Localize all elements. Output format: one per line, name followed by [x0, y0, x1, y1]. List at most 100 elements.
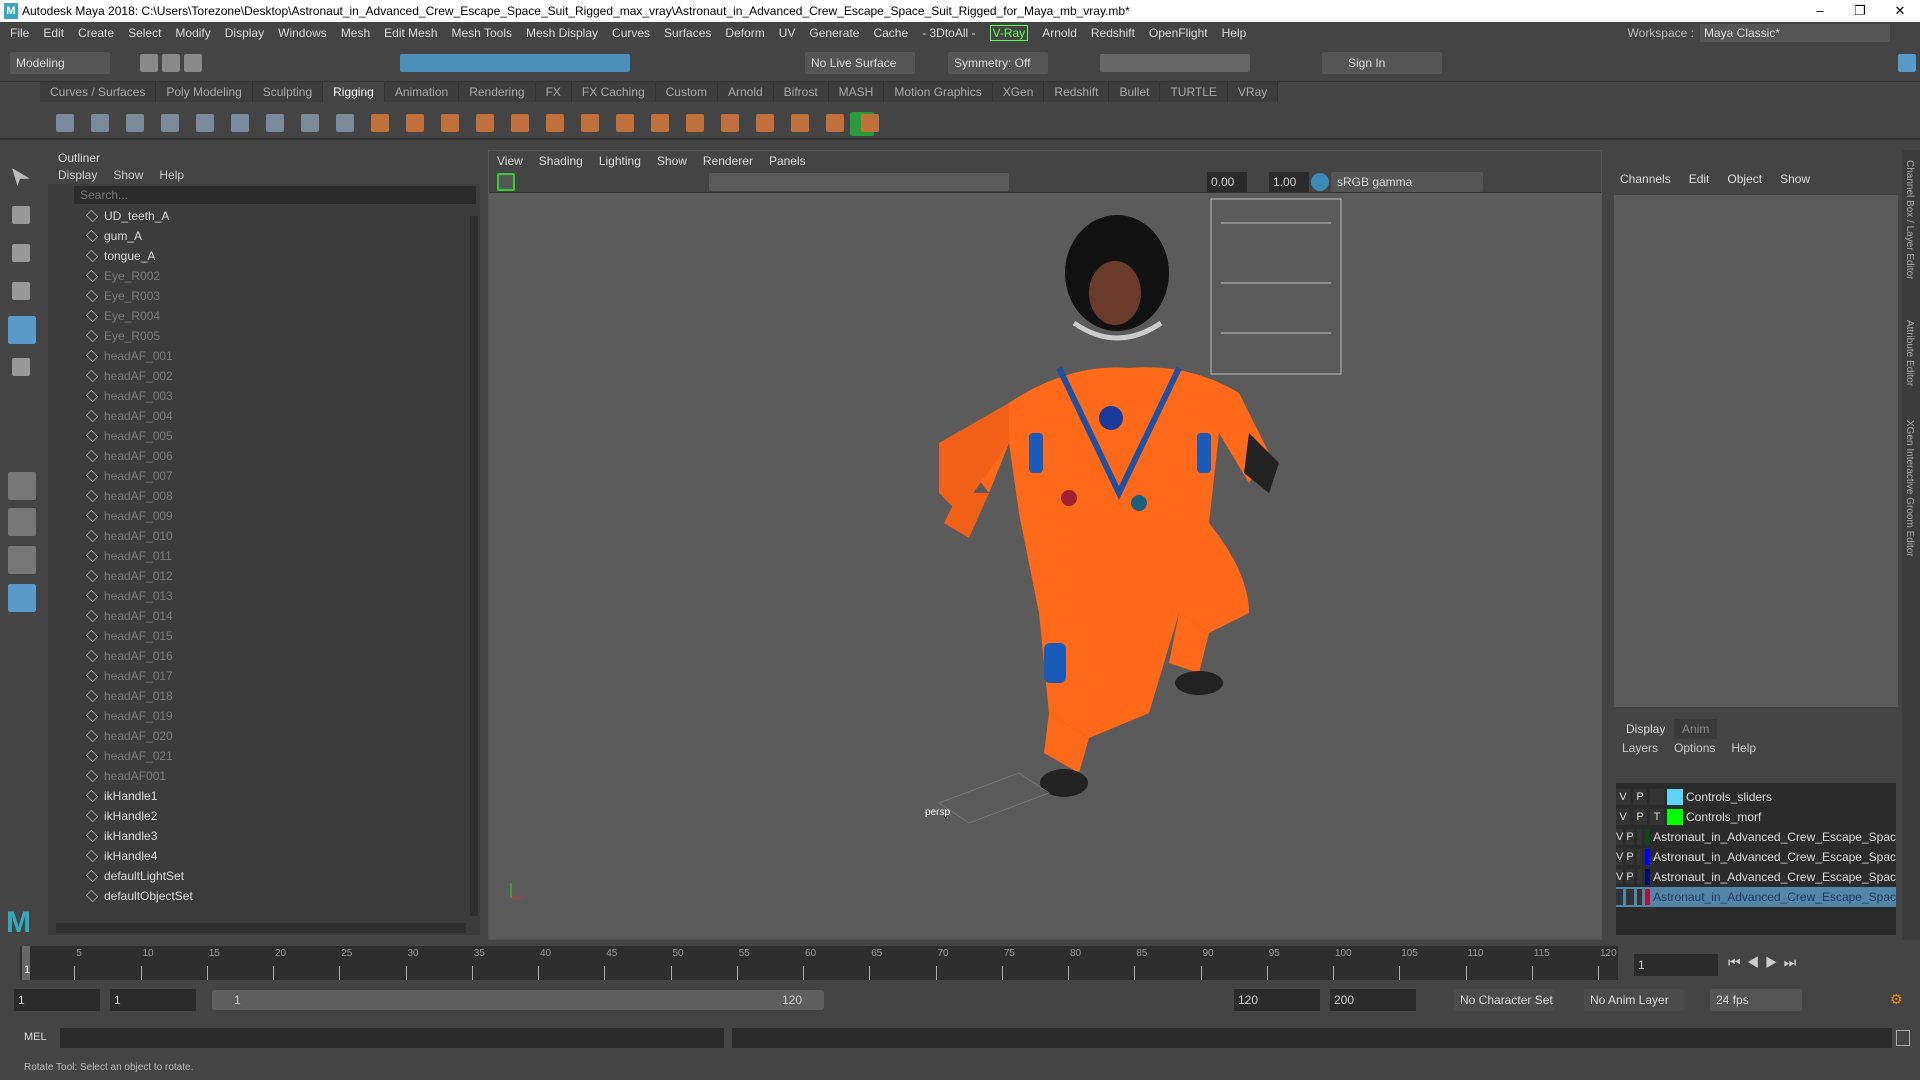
save-scene-icon[interactable] — [184, 54, 202, 72]
outliner-item[interactable]: defaultLightSet — [48, 866, 480, 886]
outliner-item[interactable]: headAF_017 — [48, 666, 480, 686]
outliner-item[interactable]: headAF_016 — [48, 646, 480, 666]
outliner-item[interactable]: headAF_019 — [48, 706, 480, 726]
layer-menu-help[interactable]: Help — [1731, 741, 1756, 755]
outliner-item[interactable]: Eye_R005 — [48, 326, 480, 346]
outliner-menu-help[interactable]: Help — [159, 166, 184, 184]
shelf-tab-custom[interactable]: Custom — [655, 82, 718, 102]
menu-uv[interactable]: UV — [779, 26, 796, 40]
shelf-tab-mash[interactable]: MASH — [828, 82, 885, 102]
playback-toggle[interactable]: P — [1626, 829, 1634, 845]
viewport-menu-lighting[interactable]: Lighting — [599, 151, 641, 171]
shelf-tool-icon[interactable] — [791, 114, 809, 132]
outliner-item[interactable]: headAF_012 — [48, 566, 480, 586]
outliner-search-input[interactable]: Search... — [74, 186, 476, 204]
shelf-tool-icon[interactable] — [476, 114, 494, 132]
menu-mesh-tools[interactable]: Mesh Tools — [452, 26, 512, 40]
menu-edit[interactable]: Edit — [43, 26, 64, 40]
menu-surfaces[interactable]: Surfaces — [664, 26, 711, 40]
outliner-item[interactable]: headAF_005 — [48, 426, 480, 446]
shelf-tool-icon[interactable] — [581, 114, 599, 132]
layer-color-swatch[interactable] — [1644, 829, 1651, 845]
menu-generate[interactable]: Generate — [809, 26, 859, 40]
shelf-tool-icon[interactable] — [511, 114, 529, 132]
channel-menu-edit[interactable]: Edit — [1689, 172, 1710, 186]
layer-menu-layers[interactable]: Layers — [1622, 741, 1658, 755]
outliner-item[interactable]: headAF_021 — [48, 746, 480, 766]
outliner-item[interactable]: headAF_013 — [48, 586, 480, 606]
gamma-field[interactable]: 1.00 — [1269, 172, 1309, 192]
playback-toggle[interactable]: P — [1633, 809, 1647, 825]
display-type-toggle[interactable] — [1636, 829, 1642, 845]
shelf-tool-icon[interactable] — [651, 114, 669, 132]
anim-prefs-icon[interactable]: ⚙ — [1890, 991, 1903, 1008]
visibility-toggle[interactable]: V — [1616, 869, 1624, 885]
outliner-item[interactable]: ikHandle4 — [48, 846, 480, 866]
shelf-tab-animation[interactable]: Animation — [384, 82, 460, 102]
viewport-tool-icons[interactable] — [709, 173, 1009, 191]
outliner-item[interactable]: headAF_011 — [48, 546, 480, 566]
maximize-button[interactable]: ❐ — [1840, 0, 1880, 22]
3d-scene-view[interactable]: persp — [489, 193, 1601, 939]
menu-help[interactable]: Help — [1222, 26, 1247, 40]
close-button[interactable]: ✕ — [1880, 0, 1920, 22]
end-time-field[interactable]: 200 — [1330, 989, 1416, 1011]
layer-row[interactable]: V P Astronaut_in_Advanced_Crew_Escape_Spac — [1616, 887, 1896, 907]
color-management-icon[interactable] — [1311, 173, 1329, 191]
workspace-dropdown[interactable]: Maya Classic* — [1700, 24, 1890, 42]
channel-menu-object[interactable]: Object — [1727, 172, 1762, 186]
layer-row[interactable]: V P Astronaut_in_Advanced_Crew_Escape_Spac — [1616, 867, 1896, 887]
mode-dropdown[interactable]: Modeling — [10, 52, 110, 74]
menu-mesh-display[interactable]: Mesh Display — [526, 26, 598, 40]
outliner-item[interactable]: headAF_009 — [48, 506, 480, 526]
visibility-toggle[interactable]: V — [1616, 829, 1624, 845]
menu-curves[interactable]: Curves — [612, 26, 650, 40]
visibility-toggle[interactable]: V — [1616, 809, 1630, 825]
playback-toggle[interactable]: P — [1626, 849, 1634, 865]
shelf-tab-fx[interactable]: FX — [535, 82, 572, 102]
shelf-tool-icon[interactable] — [721, 114, 739, 132]
display-type-toggle[interactable] — [1636, 849, 1642, 865]
menu-select[interactable]: Select — [128, 26, 161, 40]
shelf-tool-icon[interactable] — [546, 114, 564, 132]
layer-row[interactable]: V P Astronaut_in_Advanced_Crew_Escape_Spac — [1616, 827, 1896, 847]
layout-outliner-icon[interactable] — [8, 584, 36, 612]
outliner-menu-show[interactable]: Show — [113, 166, 143, 184]
shelf-tool-icon[interactable] — [441, 114, 459, 132]
outliner-item[interactable]: headAF001 — [48, 766, 480, 786]
outliner-item[interactable]: headAF_007 — [48, 466, 480, 486]
current-frame-field[interactable]: 1 — [1634, 954, 1718, 976]
camera-select-icon[interactable] — [497, 173, 515, 191]
outliner-item[interactable]: Eye_R004 — [48, 306, 480, 326]
layer-color-swatch[interactable] — [1667, 789, 1683, 805]
layer-row[interactable]: V P T Controls_morf — [1616, 807, 1896, 827]
outliner-item[interactable]: headAF_015 — [48, 626, 480, 646]
outliner-item[interactable]: gum_A — [48, 226, 480, 246]
display-type-toggle[interactable] — [1650, 789, 1664, 805]
layout-four-icon[interactable] — [8, 508, 36, 536]
open-scene-icon[interactable] — [162, 54, 180, 72]
shelf-tool-icon[interactable] — [616, 114, 634, 132]
layer-color-swatch[interactable] — [1667, 809, 1683, 825]
shelf-tool-icon[interactable] — [196, 114, 214, 132]
outliner-item[interactable]: headAF_004 — [48, 406, 480, 426]
outliner-item[interactable]: headAF_006 — [48, 446, 480, 466]
lasso-tool-icon[interactable] — [12, 206, 30, 224]
symmetry-dropdown[interactable]: Symmetry: Off — [948, 52, 1048, 74]
layer-color-swatch[interactable] — [1644, 889, 1651, 905]
menu-arnold[interactable]: Arnold — [1042, 26, 1077, 40]
minimize-button[interactable]: – — [1800, 0, 1840, 22]
shelf-tool-icon[interactable] — [231, 114, 249, 132]
live-surface-dropdown[interactable]: No Live Surface — [805, 52, 915, 74]
viewport-menu-panels[interactable]: Panels — [769, 151, 806, 171]
shelf-tab-vray[interactable]: VRay — [1227, 82, 1279, 102]
range-slider[interactable]: 1 120 — [212, 990, 824, 1010]
menu-mesh[interactable]: Mesh — [341, 26, 370, 40]
shelf-tab-bifrost[interactable]: Bifrost — [773, 82, 829, 102]
playback-controls[interactable]: ⏮◀▶⏭ — [1728, 954, 1802, 971]
outliner-item[interactable]: headAF_018 — [48, 686, 480, 706]
shelf-tool-icon[interactable] — [301, 114, 319, 132]
menu-cache[interactable]: Cache — [873, 26, 908, 40]
shelf-tool-icon[interactable] — [91, 114, 109, 132]
rotate-tool-icon[interactable] — [8, 316, 36, 344]
